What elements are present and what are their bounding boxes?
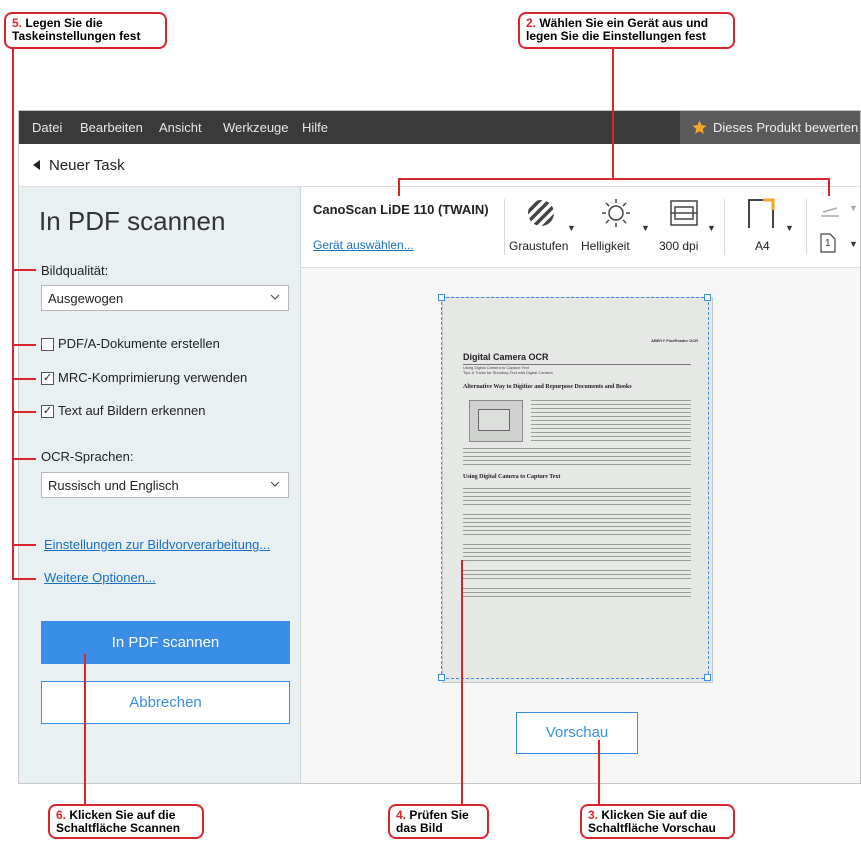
chevron-down-icon <box>270 481 280 487</box>
rate-product-label: Dieses Produkt bewerten <box>713 120 859 135</box>
pdfa-checkbox-box <box>41 338 54 351</box>
color-mode-button[interactable]: Graustufen ▼ <box>509 195 576 261</box>
dropdown-arrow-icon: ▼ <box>785 223 794 233</box>
image-quality-label: Bildqualität: <box>41 263 109 278</box>
callout-line <box>828 178 830 196</box>
callout-step-5: 5. Legen Sie die Taskeinstellungen fest <box>4 12 167 49</box>
preprocessing-settings-link[interactable]: Einstellungen zur Bildvorverarbeitung... <box>44 537 270 552</box>
mrc-checkbox[interactable]: ✓ MRC-Komprimierung verwenden <box>41 369 281 387</box>
scanner-lamp-icon <box>821 207 839 217</box>
toolbar-separator <box>806 199 807 255</box>
callout-line <box>12 344 36 346</box>
selection-handle[interactable] <box>704 674 711 681</box>
star-icon <box>692 120 707 134</box>
scan-to-pdf-button[interactable]: In PDF scannen <box>41 621 290 664</box>
callout-line <box>461 560 463 806</box>
resolution-button[interactable]: 300 dpi ▼ <box>653 195 716 261</box>
pdfa-checkbox[interactable]: PDF/A-Dokumente erstellen <box>41 335 281 353</box>
back-label: Neuer Task <box>49 157 125 174</box>
brightness-button[interactable]: Helligkeit ▼ <box>581 195 650 261</box>
paper-size-button[interactable]: A4 ▼ <box>733 195 797 261</box>
pdfa-label: PDF/A-Dokumente erstellen <box>58 336 220 351</box>
navigation-bar: Neuer Task <box>19 144 860 187</box>
scan-area-selection[interactable] <box>441 297 709 679</box>
preview-button[interactable]: Vorschau <box>516 712 638 754</box>
callout-step-3: 3. Klicken Sie auf die Schaltfläche Vorsc… <box>580 804 735 839</box>
callout-step-6: 6. Klicken Sie auf die Schaltfläche Scann… <box>48 804 204 839</box>
menu-datei[interactable]: Datei <box>32 120 62 135</box>
toolbar-separator <box>504 199 505 255</box>
image-quality-value: Ausgewogen <box>48 291 124 306</box>
back-arrow-icon <box>33 160 40 170</box>
chevron-down-icon <box>270 294 280 300</box>
callout-line <box>398 178 830 180</box>
mrc-checkbox-box: ✓ <box>41 372 54 385</box>
brightness-icon <box>602 199 630 227</box>
ocr-text-label: Text auf Bildern erkennen <box>58 403 206 418</box>
menu-bearbeiten[interactable]: Bearbeiten <box>80 120 143 135</box>
callout-line <box>12 269 36 271</box>
mrc-label: MRC-Komprimierung verwenden <box>58 370 248 385</box>
dropdown-arrow-icon: ▼ <box>707 223 716 233</box>
callout-line <box>598 740 600 806</box>
scan-preview-area: CanoScan LiDE 110 (TWAIN) Gerät auswähle… <box>301 187 860 783</box>
ocr-text-checkbox[interactable]: ✓ Text auf Bildern erkennen <box>41 402 281 420</box>
callout-line <box>12 458 36 460</box>
task-settings-panel: In PDF scannen Bildqualität: Ausgewogen … <box>19 187 301 783</box>
application-window: Datei Bearbeiten Ansicht Werkzeuge Hilfe… <box>18 110 861 784</box>
menu-hilfe[interactable]: Hilfe <box>302 120 328 135</box>
dropdown-arrow-icon: ▼ <box>849 203 858 213</box>
callout-step-2: 2. Wählen Sie ein Gerät aus und legen Sie… <box>518 12 735 49</box>
paper-size-label: A4 <box>755 239 770 253</box>
selection-handle[interactable] <box>438 674 445 681</box>
rate-product-button[interactable]: Dieses Produkt bewerten <box>680 111 860 144</box>
resolution-icon <box>670 200 698 226</box>
menu-werkzeuge[interactable]: Werkzeuge <box>223 120 289 135</box>
ocr-text-checkbox-box: ✓ <box>41 405 54 418</box>
ocr-languages-select[interactable]: Russisch und Englisch <box>41 472 289 498</box>
callout-line <box>12 578 36 580</box>
callout-line <box>12 49 14 580</box>
cancel-button[interactable]: Abbrechen <box>41 681 290 724</box>
callout-line <box>612 49 614 180</box>
brightness-label: Helligkeit <box>581 239 630 253</box>
selection-handle[interactable] <box>704 294 711 301</box>
ocr-languages-label: OCR-Sprachen: <box>41 449 134 464</box>
selection-handle[interactable] <box>438 294 445 301</box>
scan-options-button[interactable]: ▼ 1 ▼ <box>815 195 860 261</box>
dropdown-arrow-icon: ▼ <box>567 223 576 233</box>
callout-line <box>12 378 36 380</box>
menu-bar: Datei Bearbeiten Ansicht Werkzeuge Hilfe… <box>19 111 860 144</box>
resolution-label: 300 dpi <box>659 239 699 253</box>
device-name: CanoScan LiDE 110 (TWAIN) <box>313 202 489 217</box>
dropdown-arrow-icon: ▼ <box>849 239 858 249</box>
callout-line <box>84 654 86 806</box>
callout-line <box>12 411 36 413</box>
paper-size-icon <box>748 198 775 228</box>
callout-line <box>398 178 400 196</box>
toolbar-separator <box>724 199 725 255</box>
image-quality-select[interactable]: Ausgewogen <box>41 285 289 311</box>
ocr-languages-value: Russisch und Englisch <box>48 478 179 493</box>
grayscale-icon <box>528 200 554 226</box>
more-options-link[interactable]: Weitere Optionen... <box>44 570 156 585</box>
dropdown-arrow-icon: ▼ <box>641 223 650 233</box>
menu-ansicht[interactable]: Ansicht <box>159 120 202 135</box>
task-title: In PDF scannen <box>39 206 226 236</box>
callout-line <box>12 544 36 546</box>
scanner-toolbar: CanoScan LiDE 110 (TWAIN) Gerät auswähle… <box>301 187 860 268</box>
callout-step-4: 4. Prüfen Sie das Bild <box>388 804 489 839</box>
color-mode-label: Graustufen <box>509 239 569 253</box>
page-number: 1 <box>825 238 831 249</box>
select-device-link[interactable]: Gerät auswählen... <box>313 238 414 252</box>
back-button[interactable]: Neuer Task <box>29 154 169 176</box>
